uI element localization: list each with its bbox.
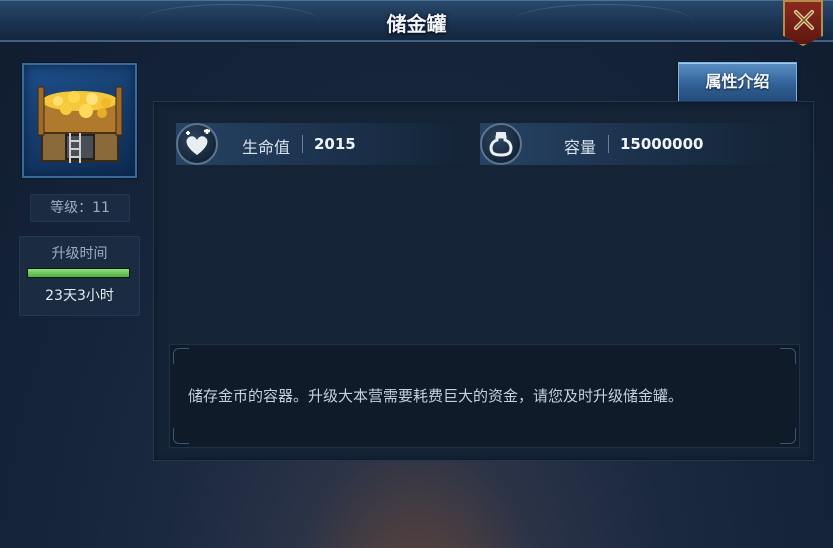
corner-ornament: [173, 348, 189, 364]
stat-health-divider: [302, 135, 303, 153]
description-box: 储存金币的容器。升级大本营需要耗费巨大的资金，请您及时升级储金罐。: [169, 344, 800, 448]
stat-capacity-name: 容量: [564, 138, 597, 157]
tab-attributes[interactable]: 属性介绍: [678, 62, 797, 102]
description-text: 储存金币的容器。升级大本营需要耗费巨大的资金，请您及时升级储金罐。: [188, 387, 684, 405]
gold-storage-icon: [37, 86, 123, 163]
level-label: 等级：11: [30, 194, 130, 222]
upgrade-time-label: 升级时间: [51, 246, 108, 262]
upgrade-progress-bar: [27, 268, 130, 278]
building-icon-frame: [22, 63, 137, 178]
stat-health-value: 2015: [314, 135, 356, 153]
corner-ornament: [780, 428, 796, 444]
stat-health-name: 生命值: [242, 138, 291, 157]
upgrade-time-box: 升级时间 23天3小时: [19, 236, 140, 316]
upgrade-time-value: 23天3小时: [45, 288, 114, 304]
title-bar: 储金罐: [0, 0, 833, 42]
stat-capacity: 容量 15000000: [480, 123, 790, 165]
upgrade-progress-fill: [28, 269, 129, 277]
close-icon: [794, 10, 814, 30]
stat-capacity-divider: [608, 135, 609, 153]
health-heart-icon: [176, 123, 218, 165]
corner-ornament: [173, 428, 189, 444]
stat-health: 生命值 2015: [176, 123, 476, 165]
window-title: 储金罐: [386, 12, 447, 36]
stat-capacity-value: 15000000: [620, 135, 704, 153]
corner-ornament: [780, 348, 796, 364]
capacity-jar-icon: [480, 123, 522, 165]
attributes-panel: 生命值 2015 容量 15000000 储存金币的容器。升级大本营需要耗费巨大…: [153, 101, 814, 461]
